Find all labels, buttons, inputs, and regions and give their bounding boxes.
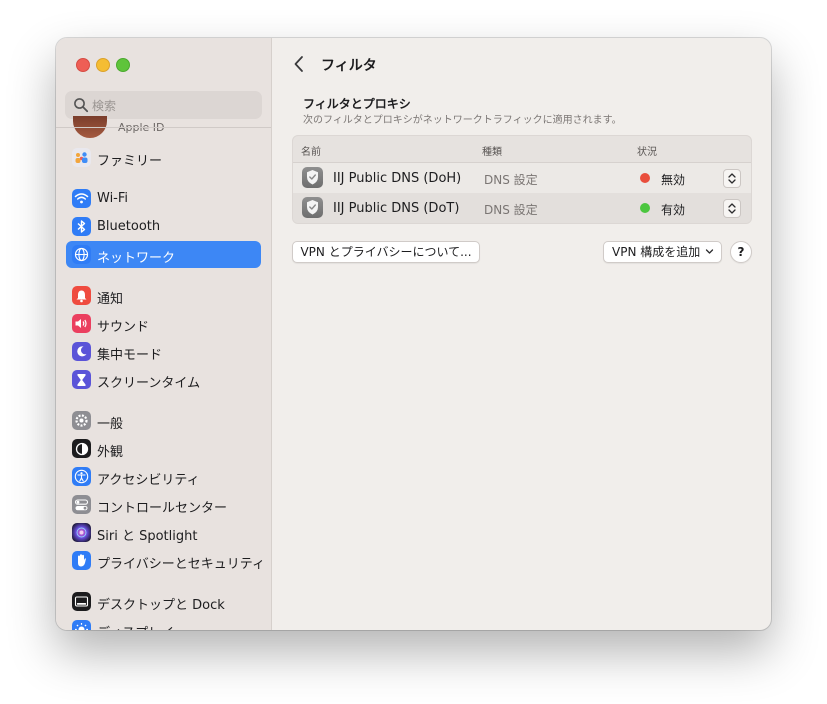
vpn-privacy-button[interactable]: VPN とプライバシーについて...	[292, 241, 480, 263]
sidebar-item-network[interactable]: ネットワーク	[66, 241, 261, 268]
back-chevron-icon[interactable]	[292, 55, 306, 73]
filter-status: 無効	[661, 173, 686, 187]
up-down-chevron-icon	[728, 203, 736, 214]
column-header-name[interactable]: 名前	[301, 143, 321, 158]
status-disabled-dot-icon	[640, 173, 650, 183]
wifi-icon	[72, 189, 91, 208]
sidebar-item-label: 外観	[97, 445, 124, 460]
sidebar-item-label: 通知	[97, 292, 124, 307]
sidebar-item-label: ファミリー	[97, 154, 163, 169]
control-center-icon	[72, 495, 91, 514]
sidebar-item-appearance[interactable]: 外観	[66, 435, 261, 462]
filter-name: IIJ Public DNS (DoT)	[333, 201, 460, 216]
globe-icon	[72, 245, 91, 264]
help-button[interactable]: ?	[730, 241, 752, 263]
status-popup-button[interactable]	[723, 199, 741, 218]
filter-type: DNS 設定	[484, 203, 538, 217]
dock-icon	[72, 592, 91, 611]
siri-icon	[72, 523, 91, 542]
sidebar-item-label: 一般	[97, 417, 124, 432]
search-placeholder: 検索	[92, 99, 117, 113]
chevron-down-icon	[705, 249, 714, 254]
add-vpn-label: VPN 構成を追加	[612, 245, 701, 259]
bluetooth-icon	[72, 217, 91, 236]
sidebar-item-displays[interactable]: ディスプレイ	[66, 616, 261, 630]
hand-icon	[72, 551, 91, 570]
sidebar-item-label: 集中モード	[97, 348, 163, 363]
sidebar-item-label: ディスプレイ	[97, 622, 174, 630]
column-header-status[interactable]: 状況	[637, 143, 657, 158]
sidebar-item-general[interactable]: 一般	[66, 407, 261, 434]
sidebar-item-label: スクリーンタイム	[97, 376, 201, 391]
status-popup-button[interactable]	[723, 169, 741, 188]
sidebar-item-notifications[interactable]: 通知	[66, 282, 261, 309]
search-icon	[74, 98, 89, 113]
sidebar-item-family[interactable]: ファミリー	[66, 144, 261, 171]
add-vpn-configuration-button[interactable]: VPN 構成を追加	[603, 241, 722, 263]
zoom-window-button[interactable]	[116, 58, 130, 72]
sidebar-item-label: Bluetooth	[97, 219, 161, 234]
status-enabled-dot-icon	[640, 203, 650, 213]
sidebar-item-sound[interactable]: サウンド	[66, 310, 261, 337]
filter-name: IIJ Public DNS (DoH)	[333, 171, 462, 186]
page-title: フィルタ	[321, 58, 377, 74]
close-window-button[interactable]	[76, 58, 90, 72]
main-pane: フィルタ フィルタとプロキシ 次のフィルタとプロキシがネットワークトラフィックに…	[272, 38, 771, 630]
sidebar-item-screen-time[interactable]: スクリーンタイム	[66, 366, 261, 393]
sidebar-item-label: コントロールセンター	[97, 501, 228, 516]
settings-window: 検索 Apple ID ファミリー Wi-Fi Bluetooth ネットワーク…	[56, 38, 771, 630]
bell-icon	[72, 286, 91, 305]
display-icon	[72, 620, 91, 630]
sidebar-item-bluetooth[interactable]: Bluetooth	[66, 213, 261, 240]
column-header-type[interactable]: 種類	[482, 143, 502, 158]
appearance-icon	[72, 439, 91, 458]
sidebar-divider	[56, 127, 271, 128]
sidebar-item-label: プライバシーとセキュリティ	[97, 557, 265, 572]
search-field[interactable]: 検索	[65, 91, 262, 119]
sidebar-item-label: デスクトップと Dock	[97, 598, 225, 613]
filter-type: DNS 設定	[484, 173, 538, 187]
sidebar-item-focus[interactable]: 集中モード	[66, 338, 261, 365]
hourglass-icon	[72, 370, 91, 389]
filters-table: 名前 種類 状況 IIJ Public DNS (DoH) DNS 設定 無効	[292, 135, 752, 224]
minimize-window-button[interactable]	[96, 58, 110, 72]
table-row[interactable]: IIJ Public DNS (DoT) DNS 設定 有効	[293, 193, 751, 223]
gear-icon	[72, 411, 91, 430]
sidebar-item-desktop-dock[interactable]: デスクトップと Dock	[66, 588, 261, 615]
sidebar-item-privacy-security[interactable]: プライバシーとセキュリティ	[66, 547, 265, 574]
dns-shield-icon	[302, 167, 323, 188]
filter-status: 有効	[661, 203, 686, 217]
sidebar-item-control-center[interactable]: コントロールセンター	[66, 491, 261, 518]
section-subtitle: 次のフィルタとプロキシがネットワークトラフィックに適用されます。	[303, 115, 622, 126]
sidebar-item-label: サウンド	[97, 320, 150, 335]
sidebar-item-label: Wi-Fi	[97, 191, 129, 206]
speaker-icon	[72, 314, 91, 333]
sidebar-item-accessibility[interactable]: アクセシビリティ	[66, 463, 261, 490]
up-down-chevron-icon	[728, 173, 736, 184]
section-title: フィルタとプロキシ	[303, 97, 411, 111]
sidebar: 検索 Apple ID ファミリー Wi-Fi Bluetooth ネットワーク…	[56, 38, 272, 630]
table-row[interactable]: IIJ Public DNS (DoH) DNS 設定 無効	[293, 163, 751, 193]
accessibility-icon	[72, 467, 91, 486]
dns-shield-icon	[302, 197, 323, 218]
sidebar-item-siri-spotlight[interactable]: Siri と Spotlight	[66, 519, 261, 546]
family-icon	[72, 148, 91, 167]
sidebar-item-label: アクセシビリティ	[97, 473, 200, 488]
sidebar-item-label: Siri と Spotlight	[97, 529, 198, 544]
sidebar-item-label: ネットワーク	[97, 251, 176, 266]
sidebar-item-wifi[interactable]: Wi-Fi	[66, 185, 261, 212]
moon-icon	[72, 342, 91, 361]
